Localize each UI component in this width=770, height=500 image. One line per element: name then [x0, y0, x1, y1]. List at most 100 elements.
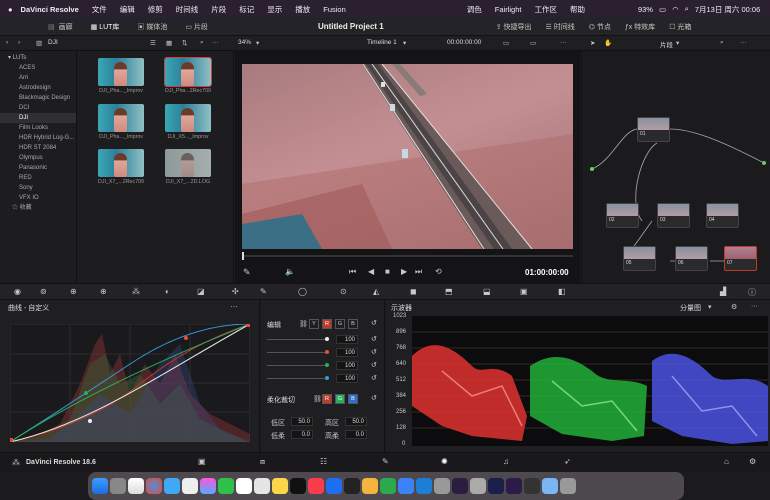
lut-thumbnail[interactable] — [165, 104, 211, 132]
go-end-icon[interactable]: ⏭ — [415, 267, 422, 277]
info-icon[interactable]: ⓘ — [748, 287, 756, 298]
notes-icon[interactable] — [272, 478, 288, 494]
go-start-icon[interactable]: ⏮ — [349, 267, 356, 277]
facetime-icon[interactable] — [218, 478, 234, 494]
viewer-options-icon[interactable]: ▭ — [530, 39, 536, 47]
lut-item[interactable]: HDR Hybrid Log-G... — [0, 133, 76, 143]
finder-icon[interactable] — [92, 478, 108, 494]
menu-workspace[interactable]: 工作区 — [534, 4, 557, 15]
zoom-dropdown-icon[interactable]: ▾ — [256, 39, 259, 47]
lut-thumbnail[interactable] — [98, 104, 144, 132]
soft-clip-b-button[interactable]: B — [348, 394, 358, 404]
reset-icon[interactable]: ↺ — [371, 319, 377, 327]
lut-item[interactable]: DCI — [0, 103, 76, 113]
more-viewer-icon[interactable]: ··· — [560, 39, 567, 46]
playhead[interactable] — [242, 252, 244, 260]
luma-value[interactable]: 100 — [336, 335, 358, 344]
safari-icon[interactable] — [128, 478, 144, 494]
channel-r-button[interactable]: R — [322, 319, 332, 329]
luma-slider[interactable] — [267, 339, 329, 340]
rgb-mixer-icon[interactable]: ⁂ — [132, 287, 140, 296]
warper-icon[interactable]: ✣ — [232, 287, 239, 296]
volume-icon[interactable]: 🔈 — [285, 267, 295, 276]
curves-options-icon[interactable]: ··· — [230, 302, 238, 311]
node[interactable]: 01 — [637, 117, 670, 142]
menu-edit[interactable]: 编辑 — [120, 4, 135, 15]
lut-thumbnail-selected[interactable] — [164, 57, 212, 87]
after-effects-icon[interactable] — [488, 478, 504, 494]
calendar-icon[interactable] — [236, 478, 252, 494]
appstore-icon[interactable] — [326, 478, 342, 494]
effects-tab[interactable]: ƒx 特效库 — [625, 22, 655, 32]
reset-icon[interactable]: ↺ — [371, 348, 377, 356]
numbers-icon[interactable] — [380, 478, 396, 494]
sort-icon[interactable]: ⇅ — [182, 39, 187, 47]
zoom-level[interactable]: 34% — [238, 39, 251, 46]
blur-icon[interactable]: ◼ — [410, 287, 417, 296]
grid-view-icon[interactable]: ▦ — [166, 39, 172, 47]
color-page-icon[interactable]: ✺ — [441, 457, 448, 466]
hand-icon[interactable]: ✋ — [604, 39, 612, 47]
media-pool-tab[interactable]: ▣ 媒体池 — [137, 22, 167, 32]
high-value[interactable]: 50.0 — [345, 417, 367, 426]
launchpad-icon[interactable] — [110, 478, 126, 494]
timeline-name[interactable]: Timeline 1 — [367, 39, 397, 46]
timeline-dropdown-icon[interactable]: ▾ — [403, 39, 406, 47]
viewer-mode-icon[interactable]: ▭ — [503, 39, 509, 47]
menu-mark[interactable]: 标记 — [239, 4, 254, 15]
cut-page-icon[interactable]: ⧈ — [260, 457, 265, 467]
menu-file[interactable]: 文件 — [92, 4, 107, 15]
lut-item[interactable]: ACES — [0, 63, 76, 73]
quick-export-button[interactable]: ⇪ 快捷导出 — [496, 22, 532, 32]
wifi-icon[interactable]: ◠ — [672, 5, 679, 14]
menu-timeline[interactable]: 时间线 — [176, 4, 199, 15]
appletv-icon[interactable] — [290, 478, 306, 494]
menu-fairlight[interactable]: Fairlight — [495, 5, 522, 14]
channel-g-button[interactable]: G — [335, 319, 345, 329]
chrome-icon[interactable] — [146, 478, 162, 494]
zoom-nodes-icon[interactable]: ⌕ — [720, 39, 724, 47]
gallery-tab[interactable]: 画廊 — [59, 22, 73, 32]
scope-mode-dropdown-icon[interactable]: ▾ — [708, 303, 712, 311]
channel-y-button[interactable]: Y — [309, 319, 319, 329]
trash-icon[interactable] — [560, 478, 576, 494]
scopes-icon[interactable]: ▟ — [720, 287, 726, 296]
home-icon[interactable]: ⌂ — [724, 457, 729, 466]
lut-item[interactable]: Panasonic — [0, 163, 76, 173]
search-lut-icon[interactable]: ⌕ — [200, 39, 204, 47]
play-icon[interactable]: ▶ — [401, 267, 407, 276]
reset-icon[interactable]: ↺ — [371, 335, 377, 343]
loop-icon[interactable]: ⟲ — [435, 267, 442, 276]
fusion-page-icon[interactable]: ✎ — [382, 457, 389, 466]
node-editor[interactable]: 01 02 03 04 05 06 07 — [581, 51, 770, 283]
lut-item[interactable]: Blackmagic Design — [0, 93, 76, 103]
lut-item-selected[interactable]: DJI — [0, 113, 76, 123]
back-icon[interactable]: ‹ — [6, 39, 8, 46]
primaries-icon[interactable]: ⊕ — [70, 287, 77, 296]
nodes-tab[interactable]: ⌬ 节点 — [589, 22, 611, 32]
list-view-icon[interactable]: ☰ — [150, 39, 156, 47]
clip-mode-dropdown-icon[interactable]: ▾ — [676, 39, 679, 47]
downloads-icon[interactable] — [542, 478, 558, 494]
blue-slider[interactable] — [267, 378, 329, 379]
menu-color[interactable]: 调色 — [467, 4, 482, 15]
pages-icon[interactable] — [362, 478, 378, 494]
high-soft-value[interactable]: 0.0 — [345, 430, 367, 439]
favorites-item[interactable]: ☆ 收藏 — [0, 203, 76, 213]
clip-mode[interactable]: 片段 — [660, 39, 673, 49]
node-selected[interactable]: 07 — [724, 246, 757, 271]
lut-tab[interactable]: ▦ LUT库 — [91, 22, 120, 32]
lut-item[interactable]: Sony — [0, 183, 76, 193]
contacts-icon[interactable] — [182, 478, 198, 494]
system-settings-icon[interactable] — [434, 478, 450, 494]
media-encoder-icon[interactable] — [506, 478, 522, 494]
step-back-icon[interactable]: ◀ — [368, 267, 374, 276]
reset-icon[interactable]: ↺ — [371, 394, 377, 402]
photos-icon[interactable] — [200, 478, 216, 494]
fairlight-page-icon[interactable]: ♫ — [503, 457, 509, 466]
finalcut-icon[interactable] — [344, 478, 360, 494]
gallery-icon[interactable]: ▤ — [48, 23, 55, 31]
reset-icon[interactable]: ↺ — [371, 374, 377, 382]
low-soft-value[interactable]: 0.0 — [291, 430, 313, 439]
timeline-tab[interactable]: ☰ 时间线 — [546, 22, 575, 32]
